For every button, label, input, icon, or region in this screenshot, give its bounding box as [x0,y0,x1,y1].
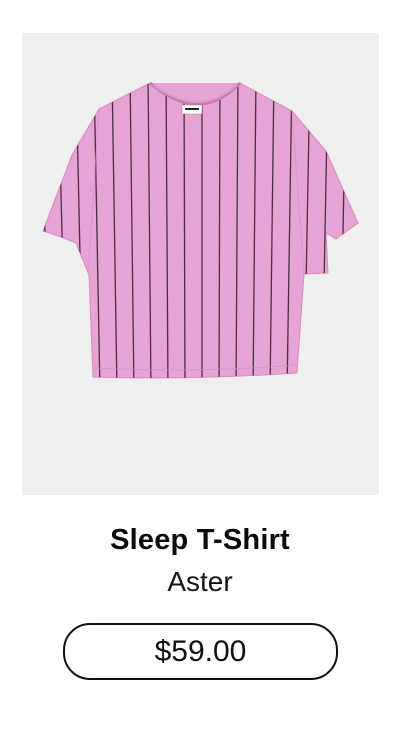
product-title[interactable]: Sleep T-Shirt [0,524,400,557]
product-brand: Aster [167,566,233,597]
price-button[interactable]: $59.00 [63,623,338,680]
product-card[interactable]: Sleep T-Shirt Aster $59.00 [0,0,400,733]
price-label: $59.00 [154,634,247,668]
tshirt-image [42,81,359,379]
product-image[interactable] [22,33,379,495]
